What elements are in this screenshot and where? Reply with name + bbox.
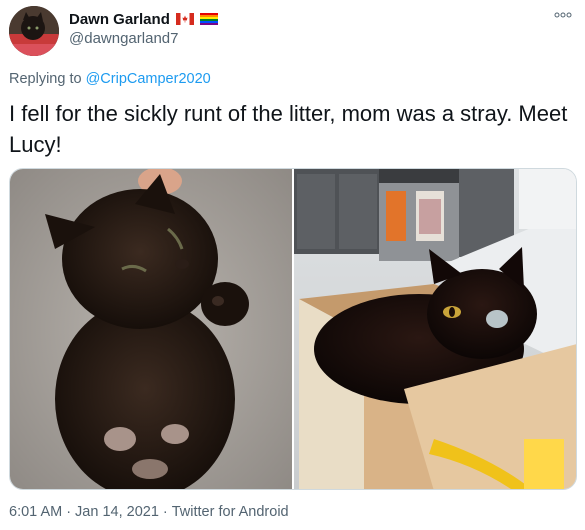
replying-to-label: Replying to <box>9 71 86 87</box>
tweet-time[interactable]: 6:01 AM <box>9 504 62 520</box>
avatar[interactable] <box>9 6 59 56</box>
replying-to-line: Replying to @CripCamper2020 <box>9 71 211 87</box>
tweet-meta: 6:01 AM · Jan 14, 2021 · Twitter for And… <box>9 504 289 520</box>
more-options-icon[interactable] <box>553 9 573 21</box>
meta-separator: · <box>162 504 168 520</box>
media-grid <box>9 168 577 490</box>
author-name-row: Dawn Garland <box>69 9 218 29</box>
tweet-text: I fell for the sickly runt of the litter… <box>9 101 568 157</box>
author-handle[interactable]: @dawngarland7 <box>69 30 178 47</box>
canada-flag-icon <box>175 13 194 25</box>
photo-2[interactable] <box>294 169 576 489</box>
reply-mention-link[interactable]: @CripCamper2020 <box>86 71 211 87</box>
display-name[interactable]: Dawn Garland <box>69 11 170 28</box>
tweet-card: Dawn Garland @dawngarland7 Replying to @… <box>0 0 585 530</box>
meta-separator: · <box>66 504 72 520</box>
tweet-date[interactable]: Jan 14, 2021 <box>75 504 159 520</box>
tweet-source[interactable]: Twitter for Android <box>172 504 289 520</box>
rainbow-flag-icon <box>199 13 218 25</box>
photo-1[interactable] <box>10 169 292 489</box>
